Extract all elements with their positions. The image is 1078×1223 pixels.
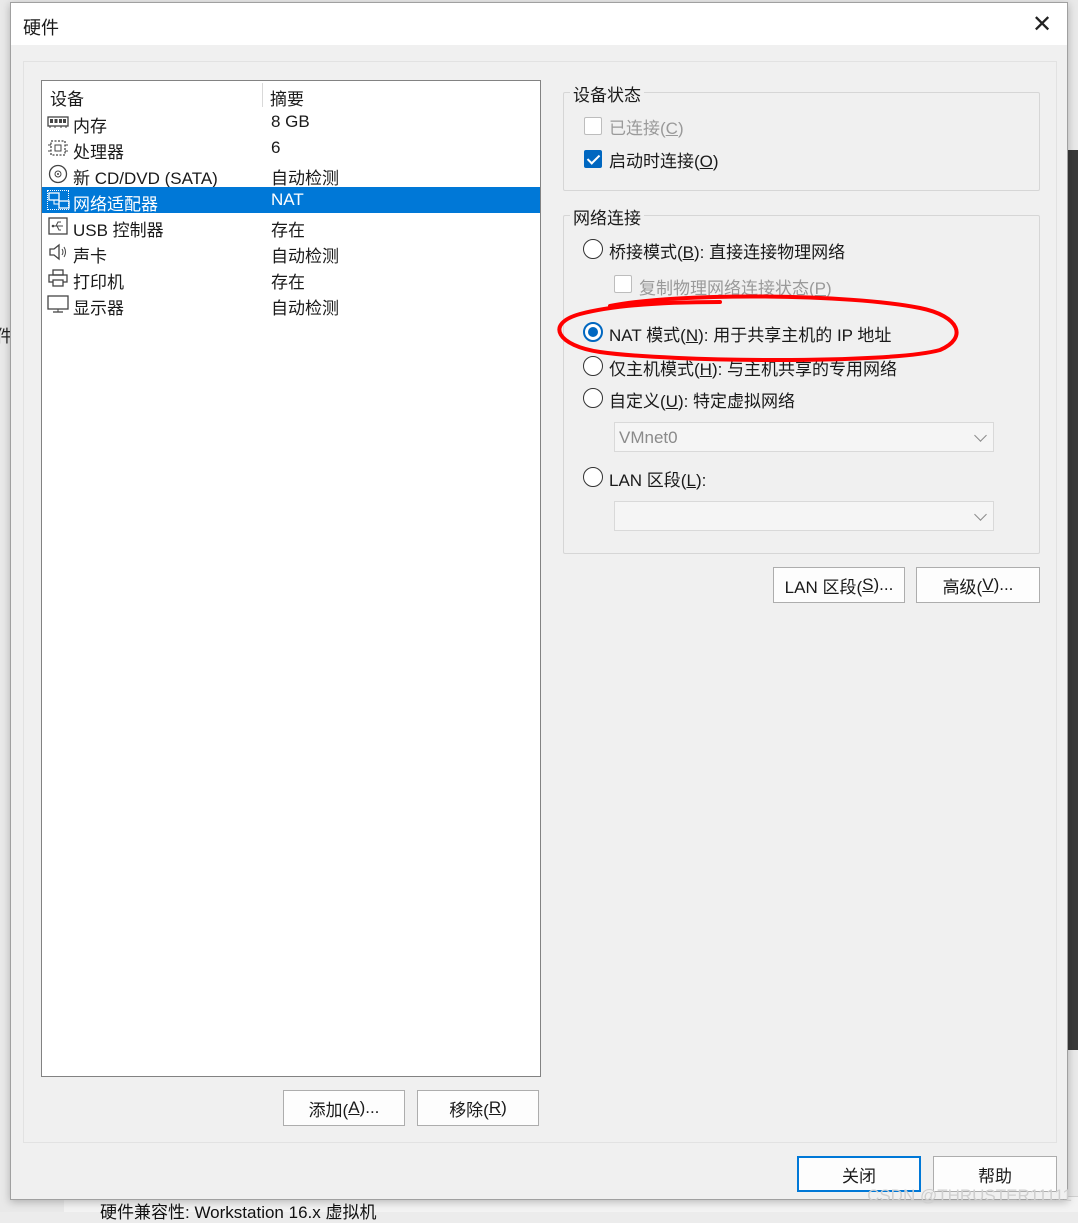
device-row-usb-controller[interactable]: USB 控制器 存在 bbox=[42, 213, 540, 239]
close-icon[interactable]: ✕ bbox=[1027, 9, 1057, 39]
column-header-summary[interactable]: 摘要 bbox=[270, 85, 304, 110]
hardware-dialog: 硬件 ✕ 设备 摘要 内存 8 GB 处理器 6 bbox=[10, 2, 1068, 1200]
device-name: 网络适配器 bbox=[73, 190, 158, 215]
bridged-radio[interactable] bbox=[583, 239, 603, 259]
add-button-label: 添加( bbox=[309, 1096, 349, 1121]
lan-segment-radio[interactable] bbox=[583, 467, 603, 487]
device-row-processor[interactable]: 处理器 6 bbox=[42, 135, 540, 161]
remove-button-key: R bbox=[489, 1098, 501, 1118]
title-bar: 硬件 ✕ bbox=[11, 3, 1067, 45]
device-name: 处理器 bbox=[73, 138, 124, 163]
device-summary: 存在 bbox=[271, 268, 305, 293]
remove-button-tail: ) bbox=[501, 1098, 507, 1118]
device-summary: 自动检测 bbox=[271, 242, 339, 267]
dialog-title: 硬件 bbox=[23, 14, 59, 40]
add-button[interactable]: 添加(A)... bbox=[283, 1090, 405, 1126]
device-summary: 6 bbox=[271, 138, 280, 158]
printer-icon bbox=[47, 268, 69, 288]
add-button-key: A bbox=[348, 1098, 359, 1118]
device-row-display[interactable]: 显示器 自动检测 bbox=[42, 291, 540, 317]
lan-segment-label: LAN 区段(L): bbox=[609, 466, 706, 491]
chevron-down-icon bbox=[974, 429, 987, 442]
network-connection-title: 网络连接 bbox=[570, 204, 644, 229]
nat-radio[interactable] bbox=[583, 322, 603, 342]
column-separator[interactable] bbox=[262, 83, 263, 107]
host-only-radio[interactable] bbox=[583, 356, 603, 376]
replicate-state-checkbox[interactable] bbox=[614, 275, 632, 293]
chevron-down-icon bbox=[974, 508, 987, 521]
device-list[interactable]: 设备 摘要 内存 8 GB 处理器 6 bbox=[41, 80, 541, 1077]
cd-dvd-icon bbox=[47, 164, 69, 184]
device-name: 声卡 bbox=[73, 242, 107, 267]
device-name: 内存 bbox=[73, 112, 107, 137]
usb-icon bbox=[47, 216, 69, 236]
add-button-tail: )... bbox=[360, 1098, 380, 1118]
processor-icon bbox=[47, 138, 69, 158]
column-header-device[interactable]: 设备 bbox=[50, 85, 84, 110]
device-summary: 8 GB bbox=[271, 112, 310, 132]
device-name: 显示器 bbox=[73, 294, 124, 319]
device-row-cd-dvd[interactable]: 新 CD/DVD (SATA) 自动检测 bbox=[42, 161, 540, 187]
custom-radio[interactable] bbox=[583, 388, 603, 408]
hardware-compatibility-text: 硬件兼容性: Workstation 16.x 虚拟机 bbox=[100, 1198, 376, 1223]
lan-segments-button[interactable]: LAN 区段(S)... bbox=[773, 567, 905, 603]
custom-label: 自定义(U): 特定虚拟网络 bbox=[609, 387, 795, 412]
display-icon bbox=[47, 294, 69, 314]
speaker-icon bbox=[47, 242, 69, 262]
device-summary: 自动检测 bbox=[271, 164, 339, 189]
custom-network-value: VMnet0 bbox=[619, 428, 678, 448]
advanced-button[interactable]: 高级(V)... bbox=[916, 567, 1040, 603]
device-summary: 存在 bbox=[271, 216, 305, 241]
device-row-sound-card[interactable]: 声卡 自动检测 bbox=[42, 239, 540, 265]
bridged-label: 桥接模式(B): 直接连接物理网络 bbox=[609, 238, 845, 263]
connect-at-power-on-checkbox[interactable] bbox=[584, 150, 602, 168]
replicate-state-label: 复制物理网络连接状态(P) bbox=[639, 274, 832, 299]
device-summary: 自动检测 bbox=[271, 294, 339, 319]
device-status-title: 设备状态 bbox=[570, 81, 644, 106]
device-name: USB 控制器 bbox=[73, 216, 164, 241]
connect-at-power-on-label: 启动时连接(O) bbox=[609, 147, 719, 172]
dialog-content: 设备 摘要 内存 8 GB 处理器 6 bbox=[23, 61, 1057, 1143]
device-summary: NAT bbox=[271, 190, 304, 210]
device-row-memory[interactable]: 内存 8 GB bbox=[42, 109, 540, 135]
device-name: 新 CD/DVD (SATA) bbox=[73, 164, 218, 189]
device-row-printer[interactable]: 打印机 存在 bbox=[42, 265, 540, 291]
connected-label: 已连接(C) bbox=[609, 114, 684, 139]
device-name: 打印机 bbox=[73, 268, 124, 293]
background-dark-strip bbox=[1068, 150, 1078, 1050]
watermark-text: CSDN @THRUSTER11111 bbox=[867, 1186, 1072, 1206]
nat-label: NAT 模式(N): 用于共享主机的 IP 地址 bbox=[609, 321, 891, 346]
network-adapter-icon bbox=[47, 190, 69, 210]
remove-button[interactable]: 移除(R) bbox=[417, 1090, 539, 1126]
device-status-group bbox=[563, 92, 1040, 191]
lan-segment-select[interactable] bbox=[614, 501, 994, 531]
device-row-network-adapter[interactable]: 网络适配器 NAT bbox=[42, 187, 540, 213]
custom-network-select[interactable]: VMnet0 bbox=[614, 422, 994, 452]
device-list-header: 设备 摘要 bbox=[42, 81, 540, 109]
host-only-label: 仅主机模式(H): 与主机共享的专用网络 bbox=[609, 355, 897, 380]
memory-icon bbox=[47, 112, 69, 132]
remove-button-label: 移除( bbox=[449, 1096, 489, 1121]
connected-checkbox[interactable] bbox=[584, 117, 602, 135]
